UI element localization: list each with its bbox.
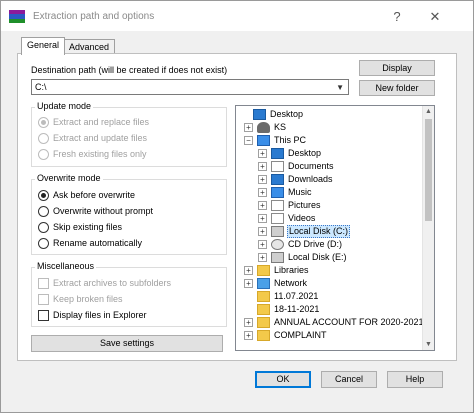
tree-node-label: Desktop: [288, 148, 322, 158]
expand-icon[interactable]: +: [244, 318, 253, 327]
documents-icon: [271, 161, 284, 172]
tree-node-label: KS: [274, 122, 287, 132]
expand-icon[interactable]: +: [244, 266, 253, 275]
help-button[interactable]: Help: [387, 371, 443, 388]
tree-node-label: Documents: [288, 161, 334, 171]
expand-icon[interactable]: +: [258, 227, 267, 236]
new-folder-button[interactable]: New folder: [359, 80, 435, 96]
destination-path-label: Destination path (will be created if doe…: [31, 65, 228, 75]
expand-icon[interactable]: +: [258, 253, 267, 262]
tree-node-label: Videos: [288, 213, 316, 223]
ok-button[interactable]: OK: [255, 371, 311, 388]
tree-node-label: 18-11-2021: [274, 304, 320, 314]
expand-icon[interactable]: +: [258, 214, 267, 223]
chevron-down-icon[interactable]: ▼: [336, 83, 344, 92]
tree-node-label: Pictures: [288, 200, 321, 210]
overwrite-mode-title: Overwrite mode: [35, 173, 103, 183]
tree-node-label: Desktop: [270, 109, 304, 119]
folder-icon: [257, 317, 270, 328]
libraries-icon: [257, 265, 270, 276]
folder-tree[interactable]: Desktop + KS − This PC + Desktop + Documents + Dow…: [235, 105, 435, 351]
tab-general[interactable]: General: [21, 37, 66, 55]
local-disk-icon: [271, 252, 284, 263]
tree-node-label: CD Drive (D:): [288, 239, 342, 249]
scroll-thumb[interactable]: [425, 119, 432, 221]
tree-node-label: Libraries: [274, 265, 309, 275]
expand-icon[interactable]: +: [258, 201, 267, 210]
expand-icon[interactable]: +: [258, 240, 267, 249]
pictures-icon: [271, 200, 284, 211]
tree-node-label: 11.07.2021: [274, 291, 319, 301]
computer-icon: [257, 135, 270, 146]
expand-icon[interactable]: +: [244, 331, 253, 340]
winrar-app-icon: [9, 10, 25, 23]
expand-icon[interactable]: +: [258, 149, 267, 158]
music-icon: [271, 187, 284, 198]
close-icon[interactable]: ✕: [421, 7, 449, 27]
folder-icon: [257, 304, 270, 315]
tree-node-label: COMPLAINT: [274, 330, 327, 340]
display-button[interactable]: Display: [359, 60, 435, 76]
help-title-button[interactable]: ?: [383, 7, 411, 27]
tree-node-label: Network: [274, 278, 308, 288]
update-mode-title: Update mode: [35, 101, 94, 111]
network-icon: [257, 278, 270, 289]
tree-scrollbar[interactable]: ▲ ▼: [422, 106, 434, 350]
cd-drive-icon: [271, 239, 284, 250]
scroll-up-icon[interactable]: ▲: [423, 106, 434, 117]
expand-icon[interactable]: +: [258, 162, 267, 171]
tree-node-label: Music: [288, 187, 312, 197]
tree-node-label: This PC: [274, 135, 307, 145]
folder-icon: [257, 330, 270, 341]
desktop-icon: [253, 109, 266, 120]
miscellaneous-title: Miscellaneous: [35, 261, 97, 271]
extraction-dialog: Extraction path and options ? ✕ General …: [0, 0, 474, 413]
window-title: Extraction path and options: [33, 11, 155, 22]
tree-node-label: Local Disk (C:): [287, 225, 351, 238]
expand-icon[interactable]: +: [258, 175, 267, 184]
videos-icon: [271, 213, 284, 224]
user-icon: [257, 122, 270, 133]
tree-node-label: ANNUAL ACCOUNT FOR 2020-2021: [274, 317, 424, 327]
downloads-icon: [271, 174, 284, 185]
tree-node-label: Downloads: [288, 174, 333, 184]
expand-icon[interactable]: +: [244, 279, 253, 288]
expand-icon[interactable]: +: [258, 188, 267, 197]
destination-path-value: C:\: [35, 82, 47, 92]
save-settings-button[interactable]: Save settings: [31, 335, 223, 352]
local-disk-icon: [271, 226, 284, 237]
expand-icon[interactable]: +: [244, 123, 253, 132]
scroll-down-icon[interactable]: ▼: [423, 339, 434, 350]
cancel-button[interactable]: Cancel: [321, 371, 377, 388]
collapse-icon[interactable]: −: [244, 136, 253, 145]
folder-icon: [257, 291, 270, 302]
destination-path-combobox[interactable]: C:\ ▼: [31, 79, 349, 95]
tree-node-label: Local Disk (E:): [288, 252, 347, 262]
title-bar: Extraction path and options ? ✕: [1, 1, 473, 31]
desktop-icon: [271, 148, 284, 159]
